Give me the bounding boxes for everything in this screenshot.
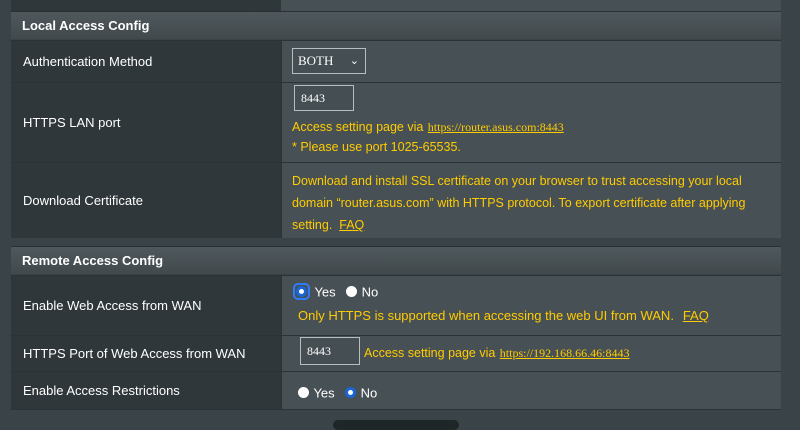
section-gap: [0, 238, 800, 246]
chevron-down-icon: ⌄: [349, 54, 359, 67]
row-https-lan-port: HTTPS LAN port 8443 Access setting page …: [11, 82, 781, 162]
row-enable-access-restrictions: Enable Access Restrictions Yes No: [11, 371, 781, 409]
wan-access-yes-radio[interactable]: [293, 283, 310, 301]
enable-access-restrictions-label: Enable Access Restrictions: [11, 372, 281, 409]
top-panel-edge: [11, 0, 781, 11]
certificate-faq-link[interactable]: FAQ: [339, 218, 364, 232]
row-download-certificate: Download Certificate Download and instal…: [11, 162, 781, 238]
row-authentication-method: Authentication Method BOTH ⌄: [11, 40, 781, 82]
authentication-method-select[interactable]: BOTH ⌄: [292, 48, 366, 74]
wan-https-note: Only HTTPS is supported when accessing t…: [298, 308, 674, 323]
restrictions-no-radio[interactable]: [345, 387, 357, 399]
download-certificate-label: Download Certificate: [11, 163, 281, 238]
local-access-config-header: Local Access Config: [11, 11, 781, 39]
https-port-wan-label: HTTPS Port of Web Access from WAN: [11, 336, 281, 371]
remote-access-config-header: Remote Access Config: [11, 246, 781, 274]
authentication-method-label: Authentication Method: [11, 41, 281, 82]
wan-access-no-radio[interactable]: [346, 286, 358, 298]
enable-web-access-wan-label: Enable Web Access from WAN: [11, 276, 281, 335]
certificate-description: Download and install SSL certificate on …: [292, 174, 746, 232]
radio-checked-icon: [296, 286, 307, 298]
wan-faq-link[interactable]: FAQ: [683, 308, 709, 323]
https-lan-port-label: HTTPS LAN port: [11, 83, 281, 162]
https-port-wan-input[interactable]: 8443: [300, 337, 360, 365]
row-https-port-wan: HTTPS Port of Web Access from WAN 8443 A…: [11, 335, 781, 371]
apply-button-partial[interactable]: [333, 420, 459, 430]
https-lan-port-input[interactable]: 8443: [294, 85, 354, 111]
port-note: * Please use port 1025-65535.: [292, 140, 461, 154]
restrictions-yes-radio[interactable]: [298, 387, 309, 399]
row-enable-web-access-wan: Enable Web Access from WAN Yes No Only H…: [11, 275, 781, 335]
router-access-link[interactable]: https://router.asus.com:8443: [428, 120, 564, 134]
wan-access-link[interactable]: https://192.168.66.46:8443: [500, 346, 630, 360]
